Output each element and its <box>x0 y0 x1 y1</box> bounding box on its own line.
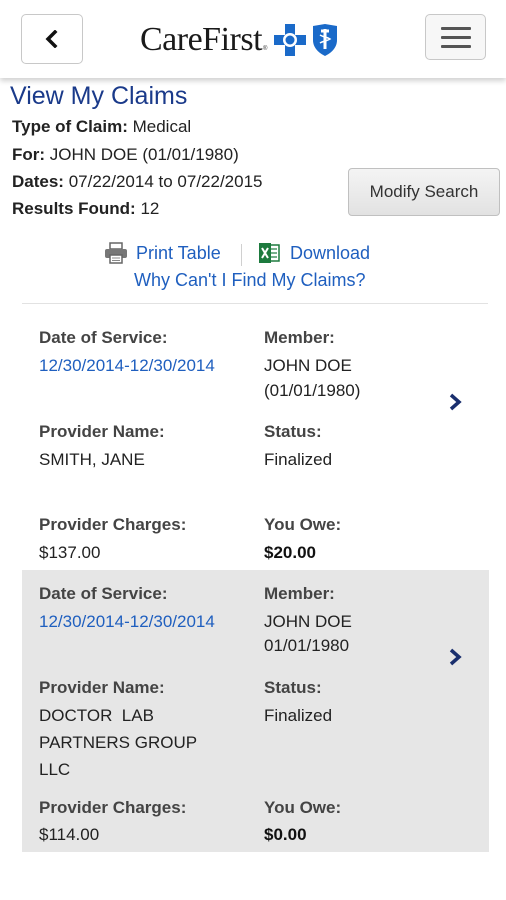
status-value: Finalized <box>264 450 333 469</box>
results-found-row: Results Found: 12 <box>12 199 159 219</box>
actions-divider <box>241 244 242 266</box>
results-found-label: Results Found: <box>12 199 136 218</box>
provider-name-line: DOCTOR LAB <box>39 706 154 725</box>
date-of-service-value[interactable]: 12/30/2014-12/30/2014 <box>39 609 215 634</box>
status-label: Status: <box>264 422 322 441</box>
app-header: CareFirst ® <box>0 0 506 78</box>
date-of-service-value[interactable]: 12/30/2014-12/30/2014 <box>39 353 215 378</box>
chevron-right-icon[interactable] <box>446 647 464 667</box>
hamburger-menu-icon <box>440 26 471 30</box>
you-owe-label: You Owe: <box>264 798 342 817</box>
carefirst-logo: CareFirst ® <box>140 20 339 60</box>
provider-name-line: LLC <box>39 760 71 779</box>
page-title: View My Claims <box>10 82 188 110</box>
back-button[interactable] <box>21 14 83 64</box>
printer-icon <box>105 242 127 264</box>
menu-button[interactable] <box>425 14 486 60</box>
member-dob: (01/01/1980) <box>264 381 361 400</box>
provider-charges-value: $114.00 <box>39 825 100 844</box>
logo-text: CareFirst <box>140 21 263 58</box>
provider-name-value: SMITH, JANE <box>39 450 145 469</box>
member-name: JOHN DOE <box>264 356 352 375</box>
claim-card[interactable]: Date of Service: 12/30/2014-12/30/2014 M… <box>22 306 489 570</box>
date-of-service-label: Date of Service: <box>39 584 168 603</box>
print-table-label: Print Table <box>136 242 221 263</box>
claim-dates-value: 07/22/2014 to 07/22/2015 <box>68 172 263 191</box>
claim-type-value: Medical <box>132 117 192 136</box>
provider-charges-value: $137.00 <box>39 543 101 562</box>
chevron-left-icon <box>45 30 58 48</box>
provider-name-line: PARTNERS GROUP <box>39 733 198 752</box>
download-link[interactable]: Download <box>258 242 370 264</box>
claim-for-label: For: <box>12 145 46 164</box>
claim-for-row: For: JOHN DOE (01/01/1980) <box>12 145 239 165</box>
table-actions: Print Table Download Why Can't I Find My… <box>0 240 506 300</box>
status-value: Finalized <box>264 706 333 725</box>
claim-for-value: JOHN DOE (01/01/1980) <box>49 145 239 164</box>
blue-cross-icon <box>274 24 307 56</box>
print-table-link[interactable]: Print Table <box>104 242 221 264</box>
member-name: JOHN DOE <box>264 612 352 631</box>
you-owe-value: $20.00 <box>264 543 316 562</box>
status-label: Status: <box>264 678 322 697</box>
provider-charges-label: Provider Charges: <box>39 515 187 534</box>
why-cant-find-claims-link[interactable]: Why Can't I Find My Claims? <box>134 270 366 291</box>
claim-dates-row: Dates: 07/22/2014 to 07/22/2015 <box>12 172 263 192</box>
claim-card[interactable]: Date of Service: 12/30/2014-12/30/2014 M… <box>22 570 489 852</box>
claim-type-row: Type of Claim: Medical <box>12 117 191 137</box>
you-owe-label: You Owe: <box>264 515 342 534</box>
results-found-value: 12 <box>140 199 160 218</box>
section-divider <box>22 303 488 304</box>
claim-dates-label: Dates: <box>12 172 64 191</box>
provider-charges-label: Provider Charges: <box>39 798 187 817</box>
member-label: Member: <box>264 328 335 347</box>
date-of-service-label: Date of Service: <box>39 328 168 347</box>
blue-shield-icon <box>313 24 338 56</box>
provider-name-label: Provider Name: <box>39 678 165 697</box>
chevron-right-icon[interactable] <box>446 392 464 412</box>
member-label: Member: <box>264 584 335 603</box>
claim-type-label: Type of Claim: <box>12 117 128 136</box>
excel-icon <box>259 243 280 263</box>
modify-search-button[interactable]: Modify Search <box>348 168 500 216</box>
provider-name-label: Provider Name: <box>39 422 165 441</box>
download-label: Download <box>290 242 371 263</box>
member-dob: 01/01/1980 <box>264 636 350 655</box>
logo-trademark: ® <box>263 46 268 52</box>
you-owe-value: $0.00 <box>264 825 307 844</box>
